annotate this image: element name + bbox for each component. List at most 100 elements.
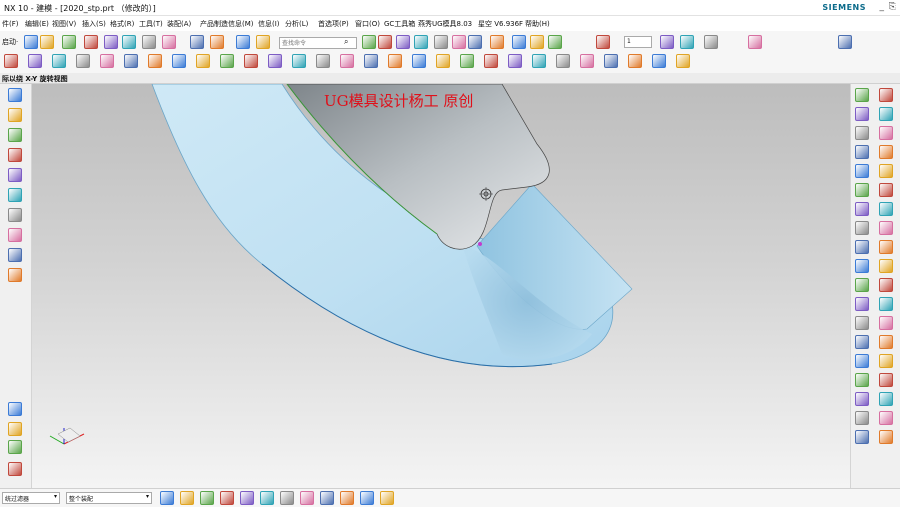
menu-gc-toolkit[interactable]: GC工具箱 — [384, 19, 415, 29]
cut-icon[interactable] — [84, 35, 98, 49]
selection-filter-combo[interactable]: 统过滤器 ▾ — [2, 492, 60, 504]
paste-icon[interactable] — [122, 35, 136, 49]
component-icon[interactable] — [530, 35, 544, 49]
help-icon[interactable] — [8, 440, 22, 454]
copy-face-icon[interactable] — [855, 202, 869, 216]
menu-help[interactable]: 帮助(H) — [525, 19, 550, 29]
make-coaxial-icon[interactable] — [855, 278, 869, 292]
mirror-face-icon[interactable] — [879, 183, 893, 197]
draft-icon[interactable] — [855, 145, 869, 159]
menu-analysis[interactable]: 分析(L) — [285, 19, 308, 29]
datum-icon[interactable] — [256, 35, 270, 49]
command-finder-icon[interactable] — [8, 462, 22, 476]
rectangle-icon[interactable] — [172, 54, 186, 68]
angle-dimension-icon[interactable] — [855, 335, 869, 349]
hole-icon[interactable] — [4, 54, 18, 68]
shell-icon[interactable] — [704, 35, 718, 49]
new-icon[interactable] — [24, 35, 38, 49]
measure-icon[interactable] — [748, 35, 762, 49]
menu-insert[interactable]: 插入(S) — [82, 19, 106, 29]
intersect-icon[interactable] — [484, 54, 498, 68]
snap-perp-icon[interactable] — [280, 491, 294, 505]
thicken-icon[interactable] — [676, 54, 690, 68]
menu-xingkong[interactable]: 星空 V6.936F — [478, 19, 523, 29]
snap-existing-point-icon[interactable] — [340, 491, 354, 505]
hexagon-icon[interactable] — [855, 411, 869, 425]
menu-window[interactable]: 窗口(O) — [355, 19, 380, 29]
constraint-icon[interactable] — [8, 128, 22, 142]
extrude-icon[interactable] — [548, 35, 562, 49]
groove-icon[interactable] — [100, 54, 114, 68]
role-icon[interactable] — [8, 268, 22, 282]
extend-icon[interactable] — [388, 54, 402, 68]
menu-yanxiu-mold[interactable]: 燕秀UG模具8.03 — [418, 19, 472, 29]
rectangle-select-icon[interactable] — [855, 392, 869, 406]
web-browser-icon[interactable] — [8, 208, 22, 222]
project-icon[interactable] — [460, 54, 474, 68]
system-materials-icon[interactable] — [8, 402, 22, 416]
search-icon[interactable]: ⌕ — [344, 37, 348, 47]
make-perpendicular-icon[interactable] — [855, 316, 869, 330]
plane-icon[interactable] — [292, 54, 306, 68]
reuse-library-icon[interactable] — [8, 168, 22, 182]
line-icon[interactable] — [124, 54, 138, 68]
shell-face-icon[interactable] — [879, 354, 893, 368]
shell-body-icon[interactable] — [855, 354, 869, 368]
sew-icon[interactable] — [628, 54, 642, 68]
graphics-window[interactable]: UG模具设计杨工 原创 — [32, 84, 850, 488]
circle-select-icon[interactable] — [879, 392, 893, 406]
slot-icon[interactable] — [76, 54, 90, 68]
assembly-navigator-icon[interactable] — [8, 108, 22, 122]
menu-preferences[interactable]: 首选项(P) — [318, 19, 349, 29]
delete-icon[interactable] — [142, 35, 156, 49]
work-layer-select[interactable]: 1 — [624, 36, 652, 48]
fit-icon[interactable] — [434, 35, 448, 49]
sync-modeling-icon[interactable] — [855, 88, 869, 102]
menu-file[interactable]: 件(F) — [2, 19, 19, 29]
arc-icon[interactable] — [148, 54, 162, 68]
replace-icon[interactable] — [879, 107, 893, 121]
layer-settings-icon[interactable] — [362, 35, 376, 49]
label-chamfer-icon[interactable] — [879, 221, 893, 235]
render-icon[interactable] — [468, 35, 482, 49]
snap-quadrant-icon[interactable] — [240, 491, 254, 505]
assembly-icon[interactable] — [512, 35, 526, 49]
snap-point-on-curve-icon[interactable] — [320, 491, 334, 505]
snap-tangent-icon[interactable] — [300, 491, 314, 505]
menu-pmi[interactable]: 产品制造信息(M) — [200, 19, 254, 29]
menu-edit[interactable]: 编辑(E) — [25, 19, 49, 29]
paste-face-icon[interactable] — [855, 221, 869, 235]
linear-dimension-icon[interactable] — [879, 316, 893, 330]
grid-icon[interactable] — [855, 430, 869, 444]
make-symmetric-icon[interactable] — [855, 297, 869, 311]
select-filter-icon[interactable] — [160, 491, 174, 505]
history-icon[interactable] — [8, 148, 22, 162]
join-icon[interactable] — [580, 54, 594, 68]
snap-grid-icon[interactable] — [360, 491, 374, 505]
resize-blend-icon[interactable] — [879, 240, 893, 254]
snap-point-icon[interactable] — [855, 373, 869, 387]
pattern-face-icon[interactable] — [855, 183, 869, 197]
fillet-curve-icon[interactable] — [532, 54, 546, 68]
system-scene-icon[interactable] — [8, 422, 22, 436]
surface-icon[interactable] — [604, 54, 618, 68]
spline-icon[interactable] — [196, 54, 210, 68]
analysis-icon[interactable] — [396, 35, 410, 49]
restore-button[interactable]: ⎘ — [889, 2, 896, 12]
hd3d-icon[interactable] — [8, 188, 22, 202]
text-icon[interactable] — [244, 54, 258, 68]
offset-icon[interactable] — [340, 54, 354, 68]
menu-info[interactable]: 信息(I) — [258, 19, 280, 29]
color-icon[interactable] — [490, 35, 504, 49]
cross-section-icon[interactable] — [879, 373, 893, 387]
palette-icon[interactable] — [8, 228, 22, 242]
save-icon[interactable] — [62, 35, 76, 49]
blend-icon[interactable] — [660, 35, 674, 49]
curve-icon[interactable] — [316, 54, 330, 68]
xy-icon[interactable] — [879, 88, 893, 102]
sketch-icon[interactable] — [236, 35, 250, 49]
snap-intersection-icon[interactable] — [260, 491, 274, 505]
mirror-icon[interactable] — [412, 54, 426, 68]
section-icon[interactable] — [414, 35, 428, 49]
copy-icon[interactable] — [104, 35, 118, 49]
